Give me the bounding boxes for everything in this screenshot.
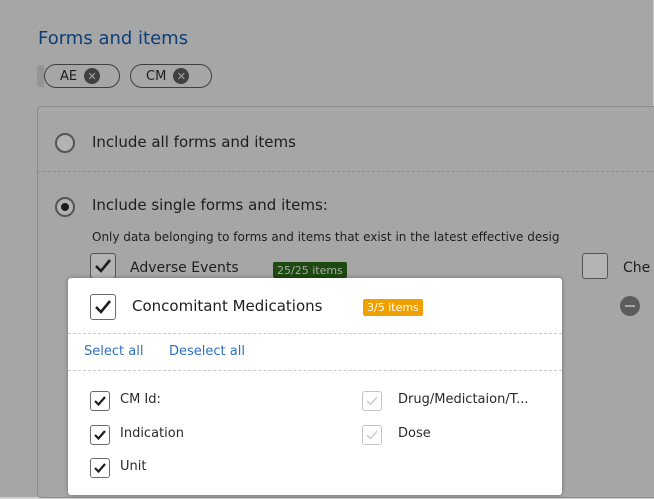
- checkmark-icon: [94, 463, 106, 473]
- filter-chip-cm[interactable]: CM ✕: [130, 64, 212, 88]
- checkmark-icon: [94, 396, 106, 406]
- checkbox-item-indication[interactable]: [90, 425, 110, 445]
- radio-include-all-label[interactable]: Include all forms and items: [92, 133, 296, 151]
- checkmark-icon: [94, 430, 106, 440]
- popup-divider: [68, 370, 562, 371]
- collapse-minus-icon[interactable]: [620, 296, 640, 316]
- checkbox-concomitant-medications[interactable]: [90, 294, 116, 320]
- items-count-badge: 25/25 items: [273, 262, 347, 278]
- chip-label: CM: [146, 68, 167, 84]
- checkbox-adverse-events[interactable]: [90, 253, 116, 279]
- checkbox-item-cm-id[interactable]: [90, 391, 110, 411]
- scope-note: Only data belonging to forms and items t…: [92, 230, 560, 244]
- item-label-drug: Drug/Medictaion/T...: [398, 392, 529, 407]
- filter-chip-ae[interactable]: AE ✕: [44, 64, 120, 88]
- checkbox-item-dose[interactable]: [362, 425, 382, 445]
- form-label-adverse-events: Adverse Events: [130, 260, 239, 276]
- popup-divider: [68, 333, 562, 334]
- checkmark-icon: [366, 430, 378, 440]
- checkmark-icon: [95, 300, 111, 314]
- chip-label: AE: [60, 68, 78, 84]
- remove-chip-icon[interactable]: ✕: [84, 68, 101, 84]
- deselect-all-link[interactable]: Deselect all: [169, 344, 245, 359]
- form-label-che: Che: [623, 260, 651, 276]
- item-label-indication: Indication: [120, 426, 184, 441]
- checkbox-item-unit[interactable]: [90, 458, 110, 478]
- form-label-concomitant-medications: Concomitant Medications: [132, 297, 323, 315]
- item-label-cm-id: CM Id:: [120, 392, 161, 407]
- checkmark-icon: [366, 396, 378, 406]
- items-count-badge: 3/5 items: [363, 299, 423, 316]
- checkmark-icon: [95, 259, 111, 273]
- checkbox-item-drug[interactable]: [362, 391, 382, 411]
- radio-include-all[interactable]: [55, 133, 75, 153]
- item-label-dose: Dose: [398, 426, 431, 441]
- section-title: Forms and items: [38, 28, 189, 49]
- checkbox-form-che[interactable]: [582, 253, 608, 279]
- chip-scroll-grip: [37, 65, 44, 87]
- remove-chip-icon[interactable]: ✕: [173, 68, 190, 84]
- panel-divider: [38, 171, 654, 172]
- item-label-unit: Unit: [120, 459, 147, 474]
- select-all-link[interactable]: Select all: [84, 344, 143, 359]
- radio-include-single[interactable]: [55, 197, 75, 217]
- radio-selected-dot: [61, 203, 69, 211]
- form-items-popup: Concomitant Medications 3/5 items Select…: [68, 278, 562, 495]
- radio-include-single-label[interactable]: Include single forms and items:: [92, 196, 328, 214]
